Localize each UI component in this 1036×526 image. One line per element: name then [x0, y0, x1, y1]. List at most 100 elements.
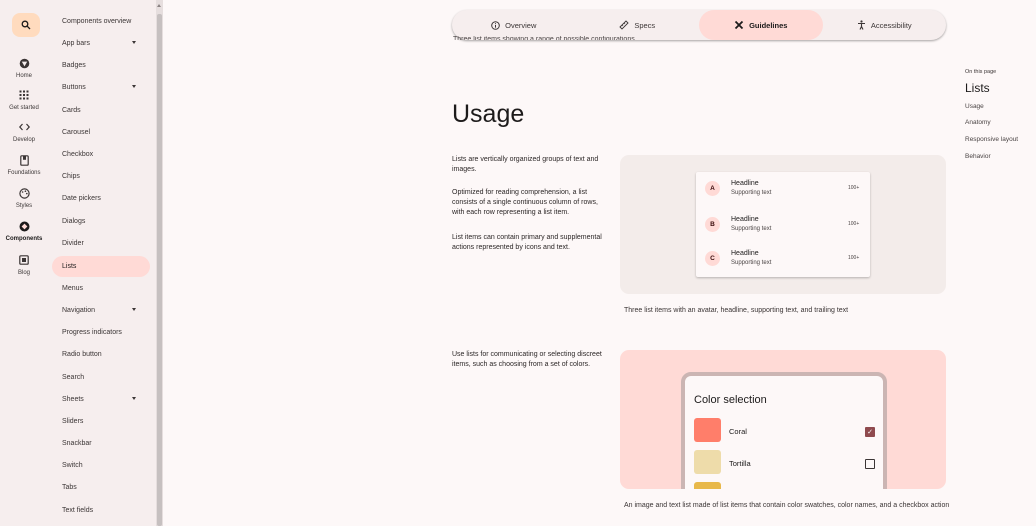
sidebar-item-dialogs[interactable]: Dialogs [52, 211, 150, 232]
list-item-trailing-text: 100+ [848, 221, 860, 227]
list-item: C Headline Supporting text 100+ [696, 242, 870, 275]
color-swatch-coral [694, 418, 721, 442]
sidebar-item-label: Components overview [62, 18, 132, 25]
toc-link-responsive-layout[interactable]: Responsive layout [965, 136, 1018, 143]
sidebar-item-chips[interactable]: Chips [52, 166, 150, 187]
sidebar-item-label: Sheets [62, 396, 84, 403]
tab-label: Accessibility [870, 20, 912, 30]
sidebar-item-cards[interactable]: Cards [52, 100, 150, 121]
list-item-headline: Headline [731, 250, 759, 257]
list-item-supporting-text: Supporting text [731, 260, 772, 266]
sidebar-item-label: Progress indicators [62, 329, 122, 336]
list-item: A Headline Supporting text 100+ [696, 172, 870, 205]
components-sidebar: Components overview App bars Badges Butt… [48, 0, 156, 526]
avatar: B [705, 217, 720, 232]
rail-item-get-started[interactable]: Get started [0, 87, 48, 111]
sidebar-item-date-pickers[interactable]: Date pickers [52, 188, 150, 209]
material-logo-icon [19, 58, 29, 68]
avatar: A [705, 181, 720, 196]
list-item-supporting-text: Supporting text [731, 190, 772, 196]
color-selection-figure: Color selection Coral ✓ Tortilla [620, 350, 946, 489]
sidebar-item-label: Badges [62, 62, 86, 69]
blog-icon [19, 255, 29, 265]
tab-label: Overview [505, 20, 537, 30]
sidebar-item-label: Date pickers [62, 195, 101, 202]
tab-guidelines[interactable]: Guidelines [699, 10, 823, 40]
sidebar-item-label: Checkbox [62, 151, 94, 158]
checkbox[interactable] [865, 459, 875, 469]
rail-item-components[interactable]: Components [0, 218, 48, 242]
book-icon [19, 154, 29, 166]
search-icon [21, 20, 31, 30]
chevron-down-icon [132, 308, 136, 311]
rail-item-blog[interactable]: Blog [0, 252, 48, 276]
tools-icon [734, 20, 744, 30]
sidebar-item-snackbar[interactable]: Snackbar [52, 433, 150, 454]
avatar: C [705, 251, 720, 266]
sidebar-scroll-thumb[interactable] [157, 14, 162, 526]
sidebar-item-components-overview[interactable]: Components overview [52, 11, 150, 32]
check-icon: ✓ [867, 429, 873, 436]
sidebar-item-sheets[interactable]: Sheets [52, 389, 150, 410]
sidebar-item-carousel[interactable]: Carousel [52, 122, 150, 143]
sidebar-item-label: Search [62, 374, 85, 381]
usage-paragraph: Use lists for communicating or selecting… [452, 351, 602, 368]
sidebar-item-search[interactable]: Search [52, 367, 150, 388]
color-name: Coral [729, 427, 747, 436]
tab-label: Specs [634, 20, 656, 30]
sidebar-item-lists[interactable]: Lists [52, 256, 150, 277]
chevron-down-icon [132, 85, 136, 88]
sidebar-item-label: Sliders [62, 418, 84, 425]
sidebar-item-label: Radio button [62, 351, 102, 358]
rail-item-foundations[interactable]: Foundations [0, 152, 48, 176]
sidebar-item-switch[interactable]: Switch [52, 455, 150, 476]
sidebar-item-menus[interactable]: Menus [52, 278, 150, 299]
search-button[interactable] [12, 13, 40, 37]
tab-accessibility[interactable]: Accessibility [823, 10, 947, 40]
components-icon [19, 221, 29, 231]
color-swatch [694, 482, 721, 489]
code-icon [18, 123, 30, 131]
rail-item-home[interactable]: Home [0, 55, 48, 79]
sidebar-item-tabs[interactable]: Tabs [52, 477, 150, 498]
sidebar-item-navigation[interactable]: Navigation [52, 300, 150, 321]
rail-label: Develop [12, 137, 35, 143]
rail-label: Get started [9, 105, 39, 111]
sidebar-item-label: Navigation [62, 307, 96, 314]
rail-label: Styles [15, 203, 33, 209]
rail-label: Blog [17, 270, 30, 276]
sidebar-item-label: Snackbar [62, 440, 92, 447]
sidebar-item-label: Chips [62, 173, 80, 180]
toc-link-usage[interactable]: Usage [965, 103, 984, 110]
rail-label: Home [15, 73, 32, 79]
chevron-down-icon [132, 397, 136, 400]
accessibility-icon [857, 20, 865, 30]
toc-link-behavior[interactable]: Behavior [965, 153, 991, 160]
toc-label: On this page [965, 69, 997, 75]
sidebar-item-text-fields[interactable]: Text fields [52, 500, 150, 521]
usage-paragraph: List items can contain primary and suppl… [452, 234, 602, 251]
rail-item-develop[interactable]: Develop [0, 119, 48, 143]
sidebar-item-buttons[interactable]: Buttons [52, 77, 150, 98]
sidebar-item-progress-indicators[interactable]: Progress indicators [52, 322, 150, 343]
scroll-up-arrow-icon[interactable] [157, 4, 161, 7]
figure-caption-clipped: Three list items showing a range of poss… [453, 36, 635, 40]
list-item: B Headline Supporting text 100+ [696, 208, 870, 241]
usage-paragraph: Lists are vertically organized groups of… [452, 156, 599, 173]
sidebar-item-label: Menus [62, 285, 84, 292]
info-icon [491, 20, 500, 30]
sidebar-item-checkbox[interactable]: Checkbox [52, 144, 150, 165]
color-selection-title: Color selection [694, 394, 767, 406]
toc-link-anatomy[interactable]: Anatomy [965, 119, 991, 126]
sidebar-item-divider[interactable]: Divider [52, 233, 150, 254]
rail-item-styles[interactable]: Styles [0, 185, 48, 209]
sidebar-item-badges[interactable]: Badges [52, 55, 150, 76]
toc-title: Lists [965, 81, 990, 95]
sidebar-item-app-bars[interactable]: App bars [52, 33, 150, 54]
usage-paragraph: Optimized for reading comprehension, a l… [452, 189, 598, 216]
sidebar-item-label: Switch [62, 462, 83, 469]
checkbox-checked[interactable]: ✓ [865, 427, 875, 437]
color-name: Tortilla [729, 459, 751, 468]
sidebar-item-radio-button[interactable]: Radio button [52, 344, 150, 365]
sidebar-item-sliders[interactable]: Sliders [52, 411, 150, 432]
